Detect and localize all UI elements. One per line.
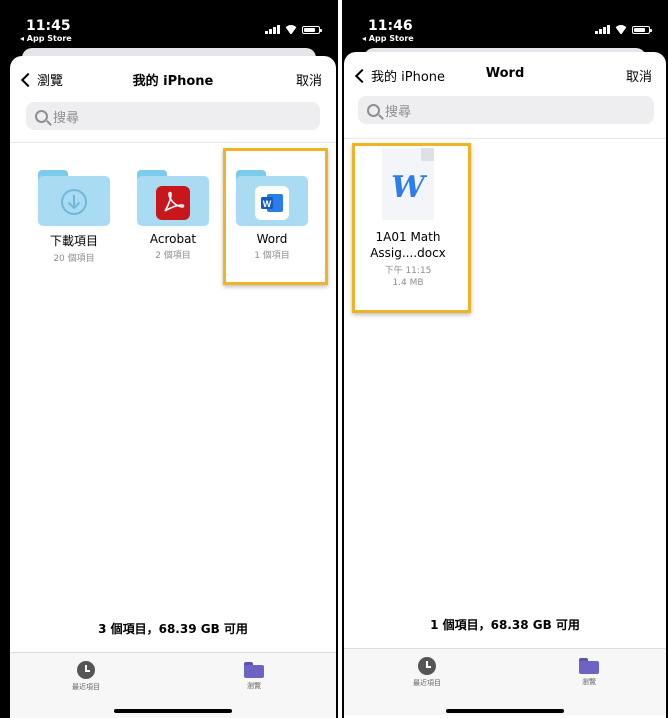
- tab-browse[interactable]: 瀏覽: [559, 657, 619, 687]
- back-to-app-store-link[interactable]: ◂ App Store: [20, 34, 72, 43]
- folder-name: 下載項目: [49, 234, 98, 248]
- battery-icon: [302, 26, 322, 34]
- tab-label: 瀏覽: [247, 682, 261, 690]
- chevron-left-icon: [354, 68, 370, 83]
- back-label: 瀏覽: [37, 74, 64, 89]
- search-icon: [35, 109, 48, 123]
- folder-name: Acrobat: [149, 232, 197, 246]
- status-icons: [265, 25, 322, 34]
- tab-label: 最近項目: [413, 679, 441, 687]
- tab-bar: 最近項目 瀏覽: [344, 648, 666, 715]
- storage-summary: 1 個項目，68.38 GB 可用: [430, 618, 580, 632]
- tab-label: 最近項目: [72, 683, 100, 691]
- home-indicator: [446, 709, 564, 713]
- phone-screen-left: 11:45 ◂ App Store 我的 iPhone 瀏覽 取消 搜尋 下載項…: [0, 0, 338, 718]
- search-placeholder: 搜尋: [53, 110, 80, 126]
- acrobat-icon: [156, 186, 190, 220]
- folder-downloads[interactable]: 下載項目 20 個項目: [28, 156, 120, 264]
- tab-recent[interactable]: 最近項目: [397, 657, 457, 688]
- signal-icon: [265, 25, 280, 34]
- folder-icon: [38, 170, 110, 226]
- home-indicator: [114, 709, 232, 713]
- cancel-button[interactable]: 取消: [626, 66, 652, 85]
- signal-icon: [595, 25, 610, 34]
- tab-browse[interactable]: 瀏覽: [224, 661, 284, 691]
- chevron-left-icon: [20, 72, 36, 87]
- clock-icon: [418, 657, 436, 675]
- status-time: 11:46: [368, 18, 413, 34]
- storage-summary: 3 個項目，68.39 GB 可用: [98, 622, 248, 636]
- highlight-box: [223, 148, 328, 285]
- back-to-app-store-link[interactable]: ◂ App Store: [362, 34, 414, 43]
- wifi-icon: [615, 25, 627, 34]
- divider: [10, 142, 336, 143]
- folder-icon: [579, 658, 599, 674]
- tab-label: 瀏覽: [582, 678, 596, 686]
- wifi-icon: [285, 25, 297, 34]
- folder-item-count: 20 個項目: [53, 254, 95, 264]
- highlight-box: [352, 143, 471, 313]
- search-input[interactable]: 搜尋: [358, 96, 654, 124]
- cancel-button[interactable]: 取消: [296, 70, 322, 89]
- nav-bar: 我的 iPhone 瀏覽 取消: [10, 70, 336, 90]
- back-button[interactable]: 我的 iPhone: [354, 66, 445, 85]
- status-time: 11:45: [26, 18, 71, 34]
- status-icons: [595, 25, 652, 34]
- search-placeholder: 搜尋: [385, 104, 412, 120]
- clock-icon: [77, 661, 95, 679]
- folder-icon: [137, 170, 209, 226]
- tab-recent[interactable]: 最近項目: [56, 661, 116, 692]
- divider: [344, 138, 666, 139]
- folder-icon: [244, 662, 264, 678]
- search-input[interactable]: 搜尋: [26, 102, 320, 130]
- nav-bar: Word 我的 iPhone 取消: [344, 66, 666, 86]
- download-icon: [61, 189, 87, 215]
- battery-icon: [632, 26, 652, 34]
- folder-acrobat[interactable]: Acrobat 2 個項目: [127, 156, 219, 261]
- folder-item-count: 2 個項目: [155, 251, 191, 261]
- back-button[interactable]: 瀏覽: [20, 70, 63, 89]
- search-icon: [367, 103, 380, 117]
- back-label: 我的 iPhone: [371, 70, 446, 85]
- phone-screen-right: 11:46 ◂ App Store Word 我的 iPhone 取消 搜尋 W…: [342, 0, 668, 718]
